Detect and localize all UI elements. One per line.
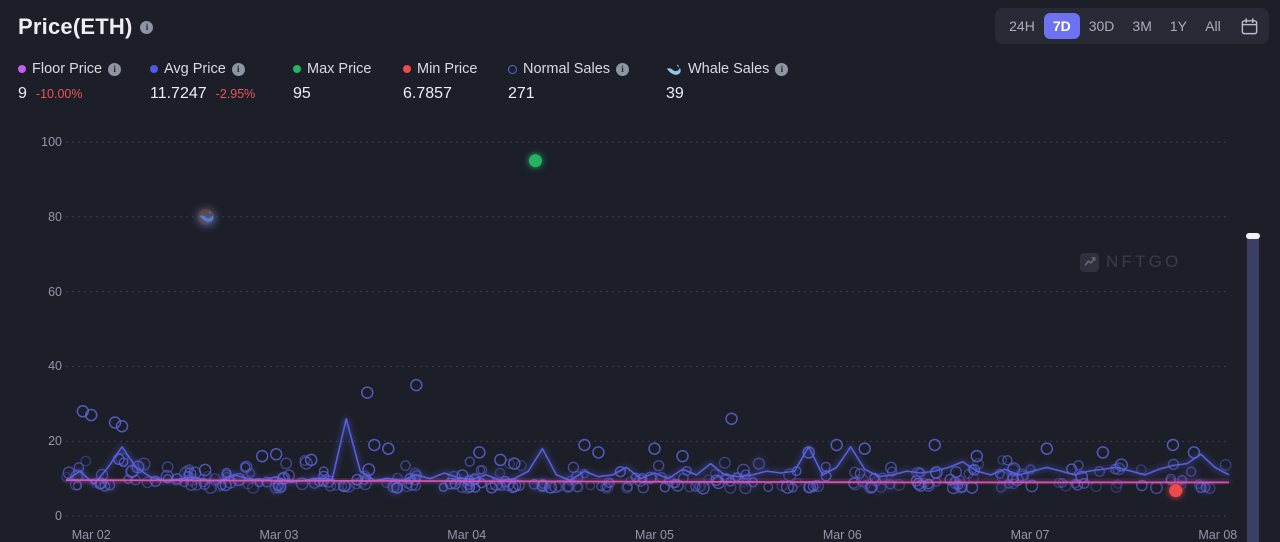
point-normal-sale[interactable] <box>830 438 843 452</box>
legend-label: Max Price <box>307 61 372 77</box>
nftgo-watermark: NFTGO <box>1080 252 1182 272</box>
range-button-30d[interactable]: 30D <box>1080 13 1124 39</box>
legend-dot-marker <box>18 65 26 73</box>
legend-item-floor-price[interactable]: Floor Price 9 -10.00% <box>18 60 122 103</box>
point-normal-sale[interactable] <box>1040 442 1054 455</box>
legend-dot-marker <box>403 65 411 73</box>
x-axis-tick: Mar 07 <box>1010 528 1050 542</box>
y-axis-tick: 40 <box>48 359 62 374</box>
point-normal-sale[interactable] <box>928 438 941 452</box>
legend-dot-marker <box>150 65 158 73</box>
point-normal-sale[interactable] <box>970 449 984 463</box>
point-normal-sale[interactable] <box>858 442 871 455</box>
legend-item-avg-price[interactable]: Avg Price 11.7247 -2.95% <box>150 60 255 103</box>
y-axis-tick: 100 <box>41 135 62 149</box>
chart-canvas: Price(ETH) UTC Mar 02Mar 03Mar 04Mar 05M… <box>0 112 1280 542</box>
legend-item-min-price[interactable]: Min Price 6.7857 <box>403 60 477 103</box>
info-icon[interactable] <box>108 62 122 76</box>
chart-arrow-glyph <box>1084 257 1095 266</box>
x-axis-tick: Mar 03 <box>259 528 299 542</box>
point-normal-sale[interactable] <box>361 386 374 399</box>
x-axis-tick: Mar 05 <box>635 528 674 542</box>
point-normal-sale[interactable] <box>676 449 689 463</box>
vertical-slider-track[interactable] <box>1247 234 1259 542</box>
point-normal-sale[interactable] <box>269 448 283 461</box>
info-icon[interactable] <box>616 62 630 76</box>
legend-change: -10.00% <box>35 87 83 101</box>
range-button-3m[interactable]: 3M <box>1123 13 1160 39</box>
nftgo-chart-icon <box>1080 252 1099 272</box>
y-axis-tick: 60 <box>48 284 62 299</box>
point-whale-sale[interactable] <box>198 208 215 225</box>
title-group: Price(ETH) <box>18 14 154 40</box>
x-axis-tick: Mar 02 <box>71 528 111 542</box>
legend-value: 6.7857 <box>403 85 452 102</box>
legend-value: 95 <box>293 85 311 102</box>
x-axis-tick: Mar 04 <box>447 528 487 542</box>
point-normal-sale[interactable] <box>368 438 381 452</box>
legend-label: Avg Price <box>164 61 226 77</box>
legend-change: -2.95% <box>215 87 256 101</box>
x-axis-tick: Mar 08 <box>1198 528 1238 542</box>
info-icon[interactable] <box>231 62 245 76</box>
legend-ring-marker <box>508 64 517 74</box>
range-button-7d[interactable]: 7D <box>1043 13 1080 39</box>
point-normal-sale[interactable] <box>1166 438 1180 452</box>
point-min-price[interactable] <box>1169 484 1183 498</box>
chart-legend: Floor Price 9 -10.00% Avg Price 11.7247 -2.95… <box>18 60 1018 112</box>
legend-item-normal-sales[interactable]: Normal Sales 271 <box>508 60 630 103</box>
legend-value: 271 <box>508 85 535 102</box>
page-title: Price(ETH) <box>18 14 133 39</box>
vertical-zoom-slider[interactable] <box>1246 233 1260 542</box>
whale-icon <box>666 63 682 76</box>
range-button-24h[interactable]: 24H <box>1000 13 1044 39</box>
legend-value: 11.7247 <box>150 85 207 102</box>
whale-glyph <box>666 63 681 75</box>
y-axis-tick: 0 <box>55 509 62 523</box>
legend-label: Normal Sales <box>523 61 611 77</box>
title-info-icon[interactable] <box>140 20 154 34</box>
legend-value: 9 <box>18 85 27 102</box>
legend-label: Floor Price <box>32 61 103 77</box>
time-range-selector[interactable]: 24H 7D 30D 3M 1Y All <box>995 8 1269 44</box>
point-normal-sale[interactable] <box>1187 446 1201 459</box>
vertical-slider-handle-top[interactable] <box>1246 233 1260 239</box>
plot-region[interactable]: Mar 02 Mar 03 Mar 04 Mar 05 Mar 06 Mar 07 Mar … <box>61 128 1237 542</box>
point-normal-sale[interactable] <box>648 442 661 455</box>
legend-value: 39 <box>666 85 684 102</box>
sales-cluster <box>61 452 1232 495</box>
price-chart-widget: Price(ETH) 24H7D30D3M1YAll Floor Price9-… <box>0 0 1280 542</box>
chart-header: Price(ETH) 24H7D30D3M1YAll <box>0 0 1280 52</box>
point-normal-sale[interactable] <box>494 453 507 467</box>
legend-item-max-price[interactable]: Max Price 95 <box>293 60 371 103</box>
point-normal-sale[interactable] <box>410 378 423 392</box>
point-normal-sale[interactable] <box>255 449 269 463</box>
range-button-1y[interactable]: 1Y <box>1161 13 1196 39</box>
x-axis-tick: Mar 06 <box>822 528 862 542</box>
point-normal-sale[interactable] <box>592 446 605 459</box>
point-normal-sale[interactable] <box>382 442 395 455</box>
point-normal-sale[interactable] <box>1096 446 1110 459</box>
calendar-icon[interactable] <box>1234 11 1264 41</box>
legend-item-whale-sales[interactable]: Whale Sales39 <box>666 60 789 103</box>
y-axis-tick: 20 <box>48 434 62 449</box>
point-normal-sale[interactable] <box>725 412 738 426</box>
plot-svg <box>61 141 1232 517</box>
legend-dot-marker <box>293 65 301 73</box>
point-normal-sale[interactable] <box>578 438 591 452</box>
info-icon[interactable] <box>775 62 789 76</box>
point-normal-sale[interactable] <box>473 446 486 459</box>
legend-label: Whale Sales <box>688 61 770 77</box>
watermark-text: NFTGO <box>1106 252 1182 271</box>
legend-label: Min Price <box>417 61 478 77</box>
range-button-all[interactable]: All <box>1196 13 1230 39</box>
point-max-price[interactable] <box>528 154 542 168</box>
y-axis-tick: 80 <box>48 209 62 224</box>
